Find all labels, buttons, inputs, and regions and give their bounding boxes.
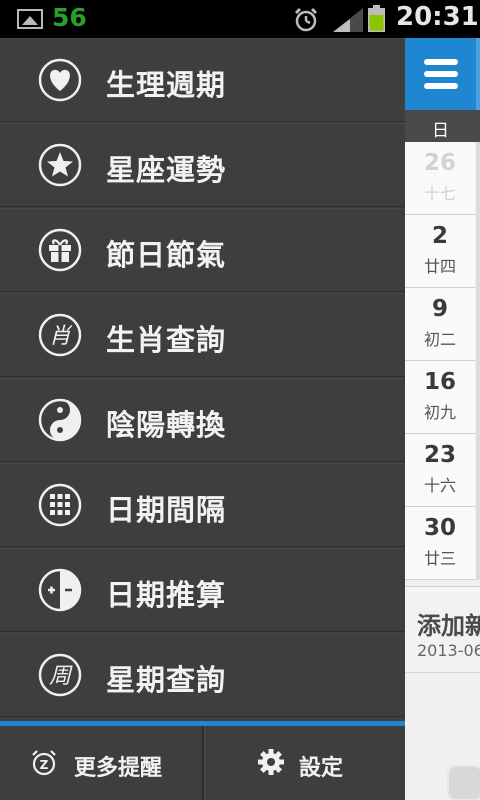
alarm-clock-icon: Z	[32, 750, 56, 776]
more-reminders-button[interactable]: Z 更多提醒	[0, 726, 202, 800]
menu-item-date-calculation[interactable]: 日期推算	[0, 548, 405, 632]
menu-item-label: 節日節氣	[106, 238, 227, 272]
lunar-date: 廿四	[423, 257, 456, 276]
lunar-date: 十七	[423, 184, 456, 203]
hamburger-icon	[424, 59, 458, 65]
menu-item-weekday-lookup[interactable]: 周 星期查詢	[0, 633, 405, 717]
calendar-day-cell[interactable]: 2 廿四	[405, 215, 480, 288]
lunar-date: 十六	[423, 476, 456, 495]
menu-item-label: 星期查詢	[106, 663, 227, 697]
add-event-card[interactable]: 添加新 2013-06	[405, 592, 480, 673]
menu-item-menstrual-cycle[interactable]: 生理週期	[0, 38, 405, 122]
menu-item-label: 日期間隔	[106, 493, 227, 527]
signal-icon	[333, 8, 363, 32]
calendar-day-cell[interactable]: 9 初二	[405, 288, 480, 361]
notification-count: 56	[52, 3, 87, 32]
lunar-date: 初九	[423, 403, 456, 422]
menu-item-date-interval[interactable]: 日期間隔	[0, 463, 405, 547]
star-icon	[38, 143, 82, 187]
cell-divider	[476, 215, 480, 288]
battery-icon	[368, 5, 385, 32]
hamburger-icon-bar	[424, 83, 458, 89]
day-number: 23	[423, 442, 456, 468]
gift-icon	[38, 228, 82, 272]
calendar-day-cell[interactable]: 26 十七	[405, 142, 480, 215]
day-number: 16	[423, 369, 456, 395]
add-event-title: 添加新	[417, 612, 480, 640]
floating-home-button[interactable]	[447, 765, 480, 800]
calendar-day-cell[interactable]: 16 初九	[405, 361, 480, 434]
menu-item-label: 日期推算	[106, 578, 227, 612]
weekday-header: 日	[405, 110, 480, 142]
weekday-label: 日	[432, 121, 449, 141]
menu-item-festivals[interactable]: 節日節氣	[0, 208, 405, 292]
cell-divider	[476, 288, 480, 361]
calendar-day-cell[interactable]: 23 十六	[405, 434, 480, 507]
grid-icon	[38, 483, 82, 527]
menu-toggle-button[interactable]	[405, 38, 480, 110]
gear-icon	[258, 749, 284, 775]
cell-divider	[476, 434, 480, 507]
day-number: 26	[423, 150, 456, 176]
status-bar: 56 20:31	[0, 0, 480, 38]
gallery-notification-icon	[17, 9, 43, 29]
plus-minus-icon	[38, 568, 82, 612]
heart-icon	[38, 58, 82, 102]
zodiac-icon: 肖	[38, 313, 82, 357]
navigation-drawer: 生理週期 星座運勢 節日節氣 肖 生肖查詢 陰陽轉換 日期間隔 日期推算 周 星…	[0, 38, 405, 800]
lunar-date: 廿三	[423, 549, 456, 568]
menu-item-label: 陰陽轉換	[106, 408, 227, 442]
calendar-day-cell[interactable]: 30 廿三	[405, 507, 480, 580]
day-number: 2	[431, 223, 448, 249]
svg-text:肖: 肖	[49, 324, 73, 349]
lunar-date: 初二	[423, 330, 456, 349]
svg-text:Z: Z	[40, 758, 49, 772]
svg-text:周: 周	[49, 664, 73, 689]
alarm-icon	[294, 7, 318, 32]
calendar-main-view[interactable]: 日 26 十七 2 廿四 9 初二 16 初九 23 十六 30 廿三 添加新 …	[405, 38, 480, 800]
drawer-bottom-bar: Z 更多提醒 設定	[0, 726, 405, 800]
menu-item-zodiac-lookup[interactable]: 肖 生肖查詢	[0, 293, 405, 377]
settings-label: 設定	[299, 756, 344, 781]
day-number: 30	[423, 515, 456, 541]
add-event-date: 2013-06	[417, 641, 480, 660]
hamburger-icon-bar	[424, 71, 458, 77]
menu-item-label: 生理週期	[106, 68, 227, 102]
week-icon: 周	[38, 653, 82, 697]
settings-button[interactable]: 設定	[205, 726, 405, 800]
more-reminders-label: 更多提醒	[74, 756, 163, 781]
cell-divider	[476, 507, 480, 580]
menu-item-label: 生肖查詢	[106, 323, 227, 357]
clock-time: 20:31	[396, 2, 479, 32]
toolbar-edge	[476, 38, 480, 110]
yin-yang-icon	[38, 398, 82, 442]
cell-divider	[476, 142, 480, 215]
menu-item-label: 星座運勢	[106, 153, 227, 187]
menu-item-lunar-solar-convert[interactable]: 陰陽轉換	[0, 378, 405, 462]
menu-item-horoscope[interactable]: 星座運勢	[0, 123, 405, 207]
day-number: 9	[431, 296, 448, 322]
cell-divider	[476, 361, 480, 434]
